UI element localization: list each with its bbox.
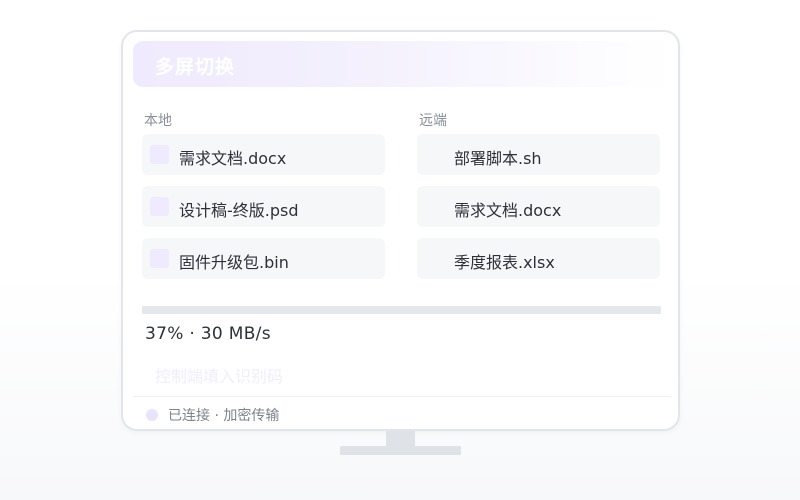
local-column-label: 本地 [144, 113, 172, 129]
local-file-item[interactable]: 设计稿-终版.psd [142, 186, 385, 227]
file-icon [150, 249, 169, 268]
file-name: 季度报表.xlsx [454, 253, 555, 272]
monitor-neck [386, 431, 415, 446]
remote-file-item[interactable]: 部署脚本.sh [417, 134, 660, 175]
transfer-progress-bar [142, 306, 661, 314]
remote-file-item[interactable]: 季度报表.xlsx [417, 238, 660, 279]
file-icon [150, 145, 169, 164]
header-bar: 多屏切换 [133, 41, 671, 87]
connection-status-dot-icon [146, 409, 158, 421]
divider [133, 396, 671, 397]
remote-file-item[interactable]: 需求文档.docx [417, 186, 660, 227]
page-title: 多屏切换 [155, 56, 236, 78]
file-icon [150, 197, 169, 216]
transfer-status-text: 37% · 30 MB/s [145, 324, 271, 344]
remote-column-label: 远端 [419, 113, 447, 129]
file-name: 需求文档.docx [179, 149, 287, 168]
monitor-stand-base [340, 446, 461, 455]
transfer-progress-fill [142, 306, 335, 314]
file-name: 需求文档.docx [454, 201, 562, 220]
recognition-code-input[interactable] [145, 363, 445, 389]
local-file-item[interactable]: 需求文档.docx [142, 134, 385, 175]
file-name: 部署脚本.sh [454, 149, 542, 168]
file-name: 设计稿-终版.psd [179, 201, 299, 220]
connection-status-text: 已连接 · 加密传输 [168, 408, 280, 424]
monitor-frame: 多屏切换 本地 远端 需求文档.docx 设计稿-终版.psd 固件升级包.bi… [121, 30, 680, 431]
local-file-item[interactable]: 固件升级包.bin [142, 238, 385, 279]
file-name: 固件升级包.bin [179, 253, 289, 272]
